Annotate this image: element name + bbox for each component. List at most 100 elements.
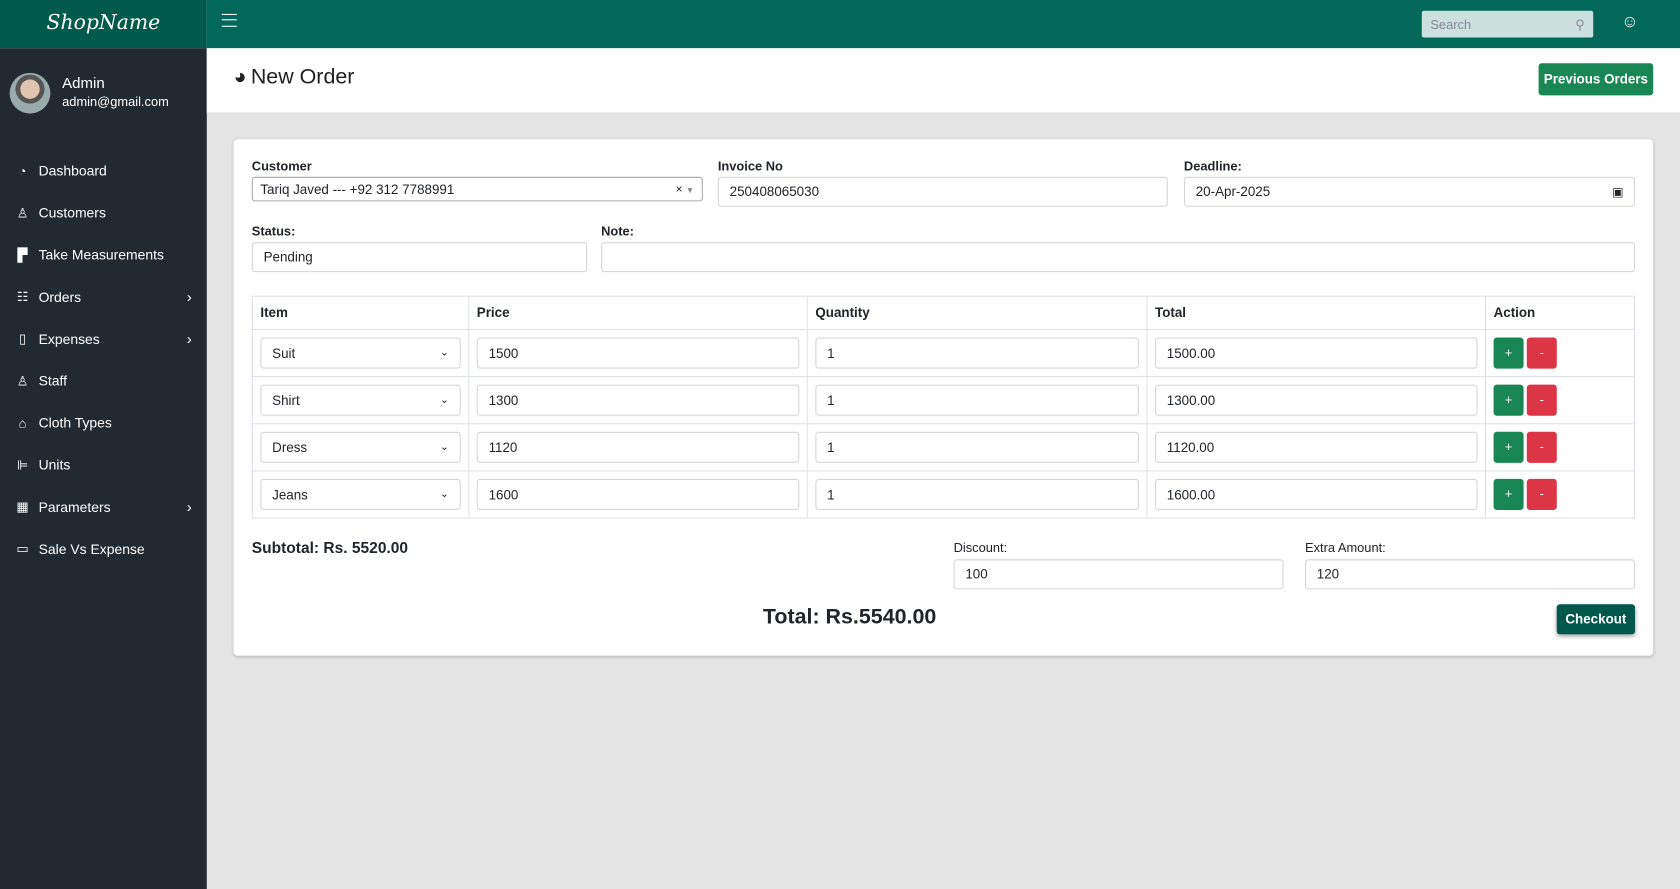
note-label: Note: bbox=[601, 223, 634, 239]
clear-icon[interactable]: × ▼ bbox=[676, 183, 695, 196]
price-value: 1300 bbox=[488, 392, 519, 408]
status-input[interactable]: Pending bbox=[251, 242, 588, 273]
column-header: Item bbox=[251, 295, 470, 331]
sidebar-item-parameters[interactable]: ▦ Parameters › bbox=[0, 486, 207, 528]
table-row: Suit ⌄ 1500 1 1500.00 + - bbox=[251, 328, 1636, 378]
order-form-card: Customer Tariq Javed --- +92 312 7788991… bbox=[233, 139, 1654, 656]
search-input[interactable]: Search ⚲ bbox=[1421, 10, 1594, 38]
discount-value: 100 bbox=[965, 566, 988, 582]
total-input[interactable]: 1300.00 bbox=[1155, 384, 1478, 416]
remove-row-button[interactable]: - bbox=[1526, 384, 1557, 416]
remove-row-button[interactable]: - bbox=[1526, 431, 1557, 463]
extra-amount-label: Extra Amount: bbox=[1305, 540, 1386, 556]
menu-toggle-icon[interactable] bbox=[221, 13, 237, 27]
chevron-down-icon: ⌄ bbox=[439, 441, 449, 454]
file-icon: ▯ bbox=[18, 331, 27, 347]
deadline-input[interactable]: 20-Apr-2025 ▣ bbox=[1183, 176, 1636, 207]
discount-input[interactable]: 100 bbox=[953, 559, 1284, 590]
price-input[interactable]: 1300 bbox=[476, 384, 800, 416]
bag-icon: ⌂ bbox=[18, 415, 27, 431]
customer-value: Tariq Javed --- +92 312 7788991 bbox=[260, 181, 455, 197]
status-label: Status: bbox=[251, 223, 296, 239]
total-input[interactable]: 1600.00 bbox=[1155, 478, 1478, 511]
customer-label: Customer bbox=[251, 158, 312, 174]
user-email: admin@gmail.com bbox=[62, 94, 169, 110]
previous-orders-button[interactable]: Previous Orders bbox=[1538, 63, 1654, 96]
chevron-right-icon: › bbox=[186, 330, 192, 348]
sidebar-item-cloth-types[interactable]: ⌂ Cloth Types bbox=[0, 402, 207, 444]
search-icon[interactable]: ⚲ bbox=[1575, 17, 1584, 32]
add-row-button[interactable]: + bbox=[1493, 384, 1524, 416]
item-select[interactable]: Shirt ⌄ bbox=[260, 384, 461, 416]
search-placeholder: Search bbox=[1430, 16, 1472, 32]
user-icon: ♙ bbox=[16, 205, 29, 221]
quantity-value: 1 bbox=[827, 392, 835, 408]
user-icon: ♙ bbox=[16, 373, 29, 389]
note-input[interactable] bbox=[601, 242, 1636, 273]
sidebar-item-orders[interactable]: ☷ Orders › bbox=[0, 276, 207, 318]
chevron-right-icon: › bbox=[186, 498, 192, 516]
total-value: 1300.00 bbox=[1166, 392, 1216, 408]
sidebar-item-label: Take Measurements bbox=[38, 246, 164, 264]
items-table: Item Price Quantity Total Action Suit ⌄ 1500 … bbox=[251, 295, 1636, 519]
column-header: Price bbox=[468, 295, 808, 331]
page-title: New Order bbox=[250, 65, 355, 89]
chevron-down-icon: ⌄ bbox=[439, 347, 449, 359]
chevron-down-icon: ⌄ bbox=[439, 394, 449, 407]
item-select[interactable]: Dress ⌄ bbox=[260, 431, 461, 463]
column-header: Action bbox=[1485, 295, 1636, 331]
sidebar-item-label: Expenses bbox=[38, 330, 100, 347]
total-value: 1500.00 bbox=[1166, 345, 1216, 361]
dashboard-icon: ◕ bbox=[233, 65, 247, 89]
add-row-button[interactable]: + bbox=[1493, 478, 1524, 511]
user-icon[interactable]: ☺ bbox=[1621, 13, 1639, 32]
item-select[interactable]: Suit ⌄ bbox=[260, 337, 461, 369]
sidebar-item-label: Units bbox=[38, 456, 71, 473]
quantity-input[interactable]: 1 bbox=[815, 384, 1139, 416]
sidebar-item-sale-vs-expense[interactable]: ▭ Sale Vs Expense bbox=[0, 528, 207, 570]
remove-row-button[interactable]: - bbox=[1526, 478, 1557, 511]
sidebar-item-label: Orders bbox=[38, 288, 82, 305]
quantity-input[interactable]: 1 bbox=[815, 431, 1139, 463]
sidebar-item-expenses[interactable]: ▯ Expenses › bbox=[0, 318, 207, 360]
sidebar-item-dashboard[interactable]: ◔ Dashboard bbox=[0, 150, 207, 192]
deadline-label: Deadline: bbox=[1183, 158, 1242, 174]
sidebar-item-take-measurements[interactable]: ▛ Take Measurements bbox=[0, 234, 207, 276]
total-input[interactable]: 1500.00 bbox=[1155, 337, 1478, 369]
invoice-input[interactable]: 250408065030 bbox=[717, 176, 1168, 207]
total-input[interactable]: 1120.00 bbox=[1155, 431, 1478, 463]
deadline-value: 20-Apr-2025 bbox=[1195, 184, 1271, 200]
item-value: Shirt bbox=[272, 392, 300, 408]
item-select[interactable]: Jeans ⌄ bbox=[260, 478, 461, 511]
page-header: ◕ New Order Previous Orders bbox=[206, 48, 1680, 114]
sidebar-item-label: Sale Vs Expense bbox=[38, 540, 145, 557]
price-value: 1500 bbox=[488, 345, 519, 361]
sidebar-item-staff[interactable]: ♙ Staff bbox=[0, 360, 207, 402]
sidebar-item-units[interactable]: ⊫ Units bbox=[0, 444, 207, 486]
add-row-button[interactable]: + bbox=[1493, 431, 1524, 463]
table-row: Dress ⌄ 1120 1 1120.00 + - bbox=[251, 423, 1636, 472]
total-value: 1600.00 bbox=[1166, 486, 1216, 502]
sidebar-item-label: Customers bbox=[38, 204, 106, 222]
invoice-label: Invoice No bbox=[717, 158, 783, 174]
sidebar-item-customers[interactable]: ♙ Customers bbox=[0, 192, 207, 234]
sidebar-nav: ◔ Dashboard ♙ Customers ▛ Take Measurements ☷ O… bbox=[0, 150, 207, 570]
remove-row-button[interactable]: - bbox=[1526, 337, 1557, 369]
dashboard-icon: ◔ bbox=[18, 163, 27, 179]
price-input[interactable]: 1500 bbox=[476, 337, 800, 369]
add-row-button[interactable]: + bbox=[1493, 337, 1524, 369]
brand-logo[interactable]: ShopName bbox=[0, 0, 207, 49]
extra-amount-input[interactable]: 120 bbox=[1305, 559, 1636, 590]
item-value: Jeans bbox=[272, 486, 308, 502]
extra-amount-value: 120 bbox=[1316, 566, 1340, 582]
calendar-icon[interactable]: ▣ bbox=[1612, 185, 1623, 199]
quantity-input[interactable]: 1 bbox=[815, 337, 1139, 369]
price-input[interactable]: 1120 bbox=[476, 431, 800, 463]
grand-total: Total: Rs.5540.00 bbox=[762, 605, 937, 629]
checkout-button[interactable]: Checkout bbox=[1556, 604, 1636, 635]
price-input[interactable]: 1600 bbox=[476, 478, 800, 511]
customer-select[interactable]: Tariq Javed --- +92 312 7788991 × ▼ bbox=[251, 176, 703, 202]
quantity-input[interactable]: 1 bbox=[815, 478, 1139, 511]
sidebar-item-label: Cloth Types bbox=[38, 414, 112, 431]
discount-label: Discount: bbox=[953, 540, 1008, 556]
